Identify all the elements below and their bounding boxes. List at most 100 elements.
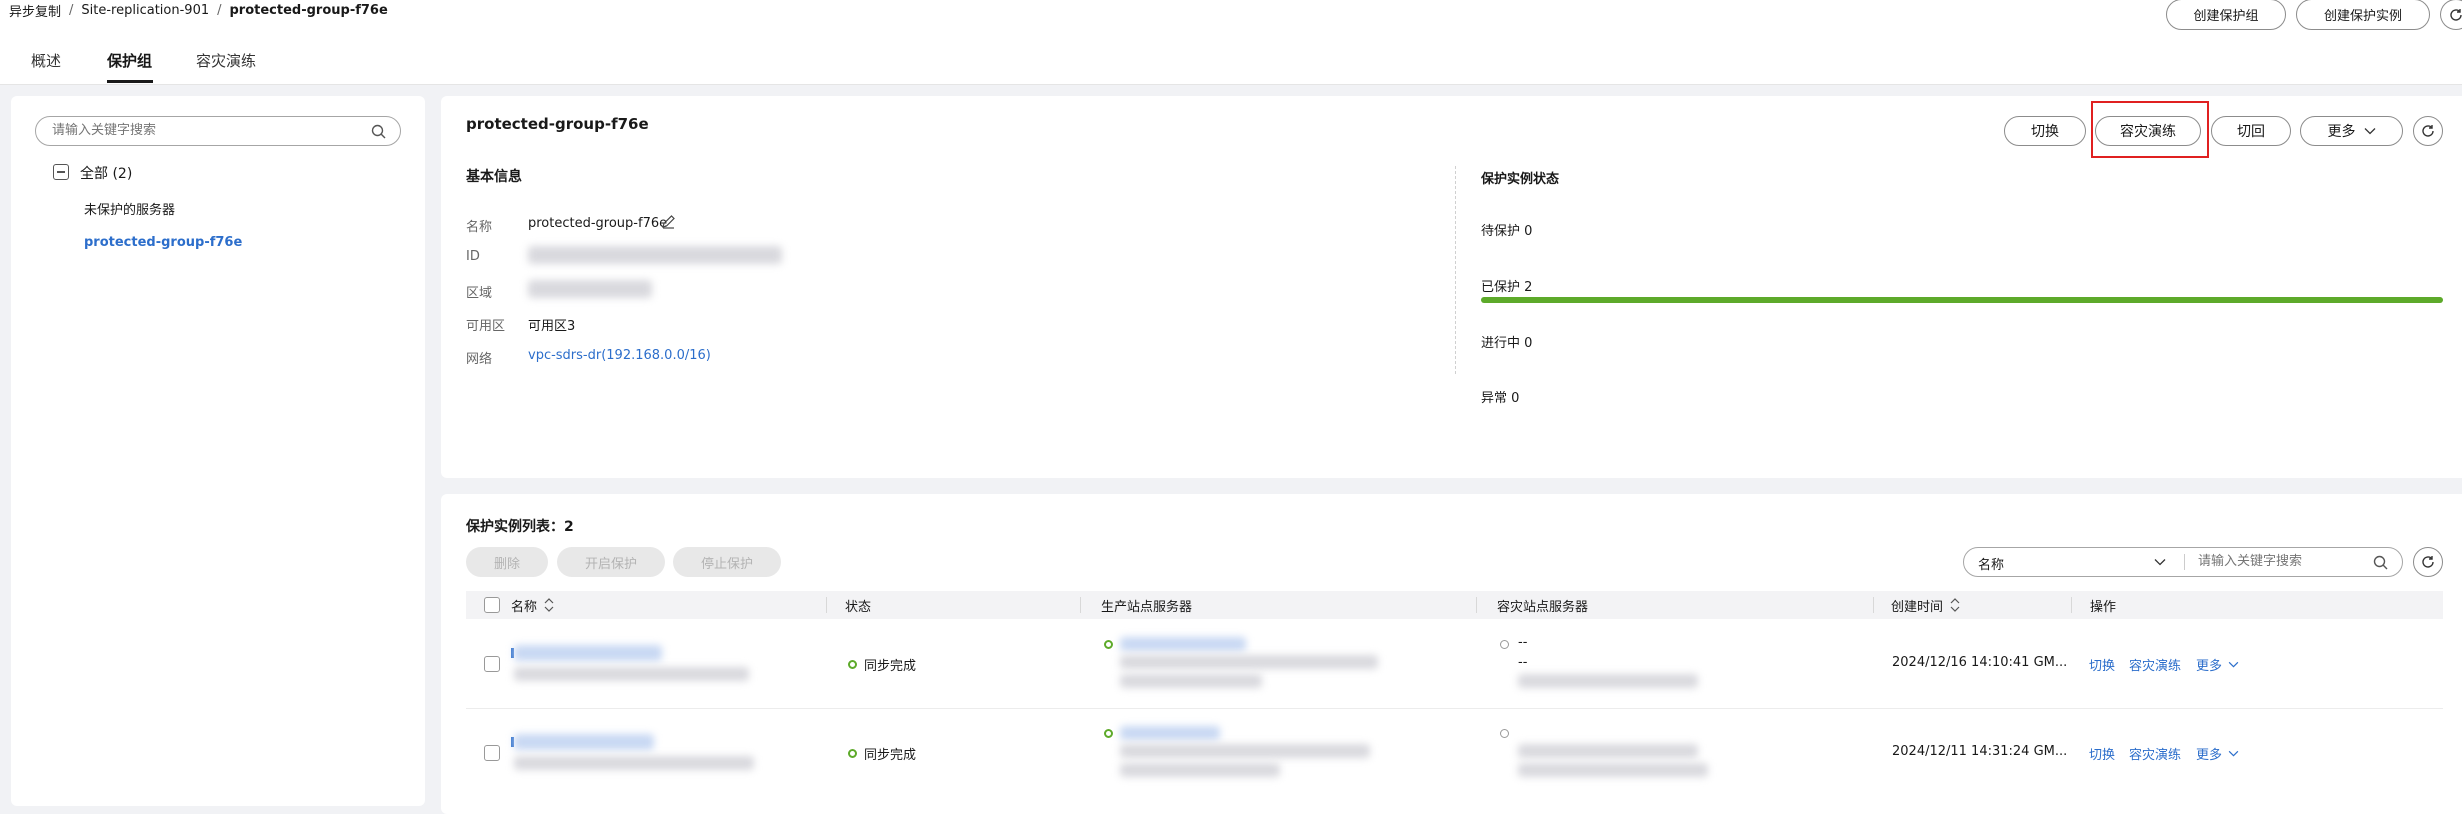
search-icon[interactable] [371, 124, 386, 139]
row-checkbox[interactable] [484, 656, 500, 672]
row-switch-link[interactable]: 切换 [2089, 655, 2115, 674]
failback-button[interactable]: 切回 [2211, 116, 2291, 146]
instance-id-redacted [514, 667, 749, 681]
tab-dr-drill[interactable]: 容灾演练 [196, 50, 256, 71]
breadcrumb: 异步复制 / Site-replication-901 / protected-… [9, 1, 388, 20]
chevron-down-icon[interactable] [2154, 558, 2166, 566]
chevron-down-icon [2364, 128, 2375, 135]
dr-server-detail-redacted [1518, 674, 1698, 688]
region-value-redacted [528, 280, 652, 298]
table-row: 同步完成 2024/12/11 14:31:24 GM... 切换 容灾演练 更… [466, 709, 2443, 797]
dr-server-id: -- [1518, 655, 1528, 670]
sidebar-search[interactable] [35, 116, 401, 146]
status-cell: 同步完成 [848, 744, 916, 763]
dr-server-status-icon [1500, 640, 1509, 649]
group-refresh-button[interactable] [2413, 116, 2443, 146]
stop-protection-button[interactable]: 停止保护 [673, 547, 781, 577]
dr-server-status-icon [1500, 729, 1509, 738]
tree-item-unprotected-servers[interactable]: 未保护的服务器 [84, 199, 175, 218]
column-status: 状态 [845, 599, 872, 615]
dr-server-detail-redacted [1518, 763, 1708, 777]
filter-search-box[interactable]: 名称 [1963, 547, 2403, 577]
created-time: 2024/12/11 14:31:24 GM... [1892, 744, 2068, 759]
tab-bar [0, 38, 2462, 85]
dr-server-name: -- [1518, 635, 1528, 650]
network-link[interactable]: vpc-sdrs-dr(192.168.0.0/16) [528, 348, 711, 363]
column-separator [826, 597, 827, 613]
instance-refresh-button[interactable] [2413, 547, 2443, 577]
row-switch-link[interactable]: 切换 [2089, 744, 2115, 763]
status-text: 同步完成 [864, 659, 917, 674]
column-created-time-label: 创建时间 [1891, 599, 1944, 615]
column-name[interactable]: 名称 [511, 591, 555, 619]
instance-search-input[interactable] [2196, 553, 2370, 570]
breadcrumb-item-async-replication[interactable]: 异步复制 [9, 1, 61, 20]
sort-icon[interactable] [543, 598, 555, 612]
tree-root-label[interactable]: 全部 (2) [80, 163, 132, 183]
create-instance-button[interactable]: 创建保护实例 [2296, 0, 2430, 30]
filter-divider [2184, 554, 2185, 570]
column-separator [2071, 597, 2072, 613]
instance-name-redacted[interactable] [514, 734, 654, 750]
row-more-link[interactable]: 更多 [2196, 655, 2239, 674]
tree-item-protected-group[interactable]: protected-group-f76e [84, 235, 242, 250]
create-group-button[interactable]: 创建保护组 [2166, 0, 2286, 30]
more-button[interactable]: 更多 [2300, 116, 2403, 146]
protected-progress-track [1481, 297, 2443, 303]
status-protected: 已保护 2 [1481, 280, 1533, 295]
row-more-label: 更多 [2196, 748, 2223, 763]
production-server-detail-redacted [1120, 655, 1378, 669]
column-separator [1080, 597, 1081, 613]
dr-drill-highlight-box [2091, 101, 2209, 158]
column-operations: 操作 [2090, 599, 2117, 615]
column-separator [1476, 597, 1477, 613]
status-ok-icon [848, 660, 857, 669]
status-title: 保护实例状态 [1481, 172, 1560, 187]
production-server-detail-redacted [1120, 674, 1262, 688]
basic-info-title: 基本信息 [466, 169, 522, 185]
dr-server-detail-redacted [1518, 744, 1698, 758]
protected-progress-fill [1481, 297, 2443, 303]
group-title: protected-group-f76e [466, 115, 649, 133]
row-dr-drill-link[interactable]: 容灾演练 [2129, 655, 2181, 674]
row-more-link[interactable]: 更多 [2196, 744, 2239, 763]
select-all-checkbox[interactable] [484, 597, 500, 613]
tree-collapse-icon[interactable] [53, 164, 69, 180]
breadcrumb-item-site-replication[interactable]: Site-replication-901 [81, 3, 209, 18]
filter-select[interactable]: 名称 [1978, 554, 2004, 573]
row-more-label: 更多 [2196, 659, 2223, 674]
column-production-server: 生产站点服务器 [1101, 599, 1193, 615]
edit-icon[interactable] [661, 214, 676, 229]
sort-icon[interactable] [1949, 598, 1961, 612]
instance-list-title: 保护实例列表：2 [466, 519, 574, 535]
chevron-down-icon [2228, 750, 2239, 757]
id-label: ID [466, 249, 480, 264]
status-abnormal: 异常 0 [1481, 391, 1520, 406]
column-dr-server: 容灾站点服务器 [1497, 599, 1589, 615]
instance-name-redacted[interactable] [514, 645, 662, 661]
production-server-detail-redacted [1120, 763, 1280, 777]
row-checkbox[interactable] [484, 745, 500, 761]
sidebar [11, 96, 425, 806]
tab-overview[interactable]: 概述 [31, 50, 61, 71]
tab-protection-group[interactable]: 保护组 [107, 50, 152, 71]
production-server-name-redacted[interactable] [1120, 637, 1246, 651]
status-pending: 待保护 0 [1481, 224, 1533, 239]
column-separator [1873, 597, 1874, 613]
switch-button[interactable]: 切换 [2004, 116, 2086, 146]
search-icon[interactable] [2373, 555, 2388, 570]
column-created-time[interactable]: 创建时间 [1891, 591, 1961, 619]
start-protection-button[interactable]: 开启保护 [557, 547, 665, 577]
sidebar-search-input[interactable] [50, 122, 354, 139]
created-time: 2024/12/16 14:10:41 GM... [1892, 655, 2068, 670]
tab-active-indicator [107, 80, 153, 83]
production-server-status-icon [1104, 640, 1113, 649]
panel-divider [1455, 166, 1456, 374]
chevron-down-icon [2228, 661, 2239, 668]
row-dr-drill-link[interactable]: 容灾演练 [2129, 744, 2181, 763]
delete-button[interactable]: 删除 [466, 547, 548, 577]
table-row: 同步完成 -- -- 2024/12/16 14:10:41 GM... 切换 … [466, 620, 2443, 709]
production-server-name-redacted[interactable] [1120, 726, 1220, 740]
production-server-detail-redacted [1120, 744, 1370, 758]
breadcrumb-item-current: protected-group-f76e [229, 3, 388, 18]
